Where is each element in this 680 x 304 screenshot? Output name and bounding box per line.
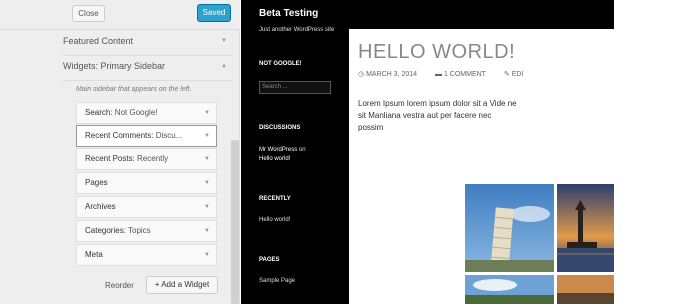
gallery-image-landscape[interactable] bbox=[465, 275, 554, 304]
caret-down-icon: ▼ bbox=[204, 252, 210, 258]
gallery-image-tower-sunset[interactable] bbox=[557, 184, 614, 272]
section-widgets-label: Widgets: Primary Sidebar bbox=[63, 61, 166, 71]
site-search-input[interactable]: Search ... bbox=[259, 81, 331, 94]
caret-down-icon: ▼ bbox=[221, 38, 227, 44]
add-widget-button[interactable]: + Add a Widget bbox=[146, 276, 218, 294]
caret-down-icon: ▼ bbox=[204, 133, 210, 139]
gallery-image-pisa[interactable] bbox=[465, 184, 554, 272]
section-featured-label: Featured Content bbox=[63, 36, 134, 46]
widget-meta[interactable]: Meta ▼ bbox=[76, 244, 217, 266]
reorder-link[interactable]: Reorder bbox=[105, 281, 134, 290]
caret-down-icon: ▼ bbox=[204, 204, 210, 210]
saved-button[interactable]: Saved bbox=[197, 4, 231, 22]
widget-archives[interactable]: Archives ▼ bbox=[76, 196, 217, 218]
caret-down-icon: ▼ bbox=[204, 228, 210, 234]
caret-down-icon: ▼ bbox=[204, 110, 210, 116]
divider bbox=[63, 80, 233, 81]
widget-search[interactable]: Search: Not Google! ▼ bbox=[76, 102, 217, 124]
widget-heading-pages: PAGES bbox=[259, 257, 280, 263]
widget-heading-search: NOT GOOGLE! bbox=[259, 61, 302, 67]
post-body: Lorem Ipsum lorem ipsum dolor sit a Vide… bbox=[358, 99, 517, 132]
widget-recent-comments[interactable]: Recent Comments: Discu... ▼ bbox=[76, 125, 217, 147]
comment-post-link[interactable]: Hello world! bbox=[259, 156, 290, 162]
post-title[interactable]: HELLO WORLD! bbox=[358, 41, 515, 64]
page-link[interactable]: Sample Page bbox=[259, 277, 295, 286]
caret-down-icon: ▼ bbox=[204, 180, 210, 186]
panel-scrollbar[interactable] bbox=[231, 140, 239, 304]
panel-header: Close Saved bbox=[0, 0, 240, 30]
widget-pages[interactable]: Pages ▼ bbox=[76, 172, 217, 194]
recent-post-link[interactable]: Hello world! bbox=[259, 216, 290, 225]
widget-recent-posts[interactable]: Recent Posts: Recently ▼ bbox=[76, 148, 217, 170]
caret-up-icon: ▲ bbox=[221, 63, 227, 69]
discussion-item: Mr WordPress on Hello world! bbox=[259, 147, 306, 162]
divider bbox=[63, 55, 233, 56]
site-preview: Beta Testing Just another WordPress site… bbox=[241, 0, 614, 304]
site-title[interactable]: Beta Testing bbox=[259, 8, 318, 19]
post-comments[interactable]: ▬ 1 COMMENT bbox=[435, 71, 494, 78]
gallery-image-dusk[interactable] bbox=[557, 275, 614, 304]
caret-down-icon: ▼ bbox=[204, 156, 210, 162]
section-widgets-primary-sidebar[interactable]: Widgets: Primary Sidebar ▲ bbox=[63, 58, 231, 80]
customizer-panel: Close Saved Featured Content ▼ Widgets: … bbox=[0, 0, 240, 304]
close-button[interactable]: Close bbox=[72, 5, 105, 22]
sidebar-description: Main sidebar that appears on the left. bbox=[76, 86, 192, 93]
widget-heading-recently: RECENTLY bbox=[259, 196, 291, 202]
site-description: Just another WordPress site bbox=[259, 27, 335, 33]
widget-heading-discussions: DISCUSSIONS bbox=[259, 125, 301, 131]
comment-author-link[interactable]: Mr WordPress bbox=[259, 147, 297, 153]
section-featured-content[interactable]: Featured Content ▼ bbox=[63, 33, 231, 55]
widget-categories[interactable]: Categories: Topics ▼ bbox=[76, 220, 217, 242]
post-meta: ◷ MARCH 3, 2014 ▬ 1 COMMENT ✎ EDI bbox=[358, 70, 539, 78]
post-date[interactable]: ◷ MARCH 3, 2014 bbox=[358, 71, 425, 78]
post-edit[interactable]: ✎ EDI bbox=[504, 71, 531, 78]
